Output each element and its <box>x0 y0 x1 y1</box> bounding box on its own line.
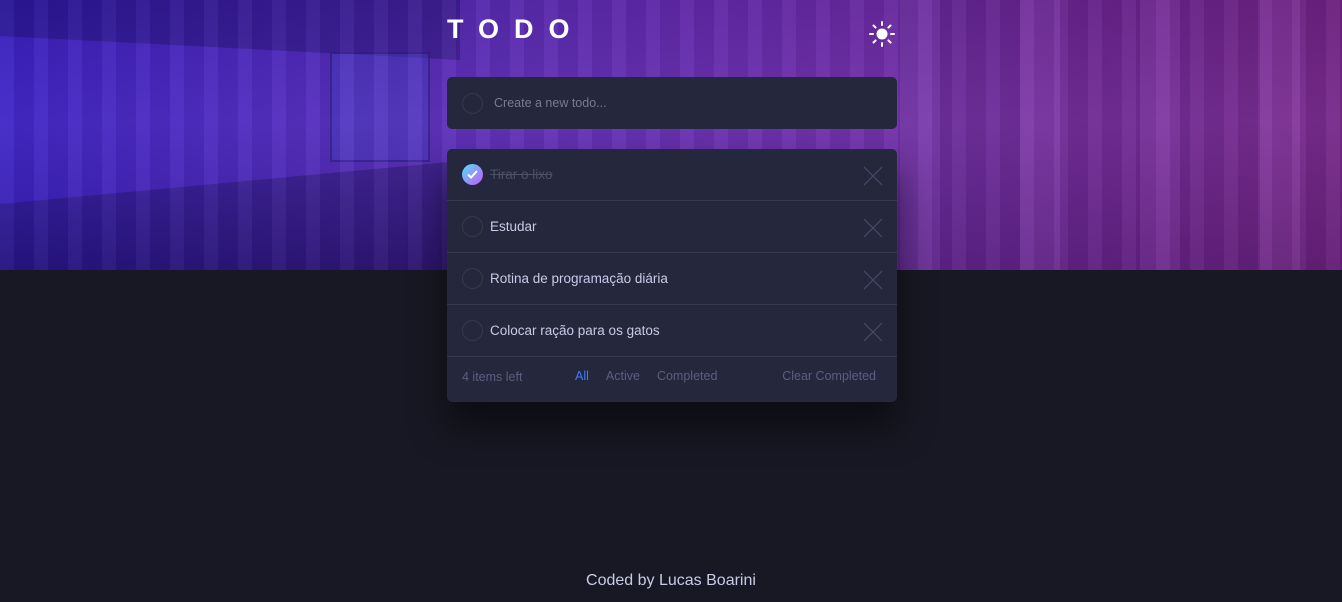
new-todo-input[interactable] <box>494 96 874 110</box>
new-todo-bar <box>447 77 897 129</box>
todo-text[interactable]: Rotina de programação diária <box>490 271 668 286</box>
close-icon <box>863 218 883 238</box>
check-icon <box>467 170 478 179</box>
theme-toggle-button[interactable] <box>868 20 896 48</box>
todo-text[interactable]: Tirar o lixo <box>490 167 553 182</box>
sun-icon <box>869 21 895 47</box>
filter-all[interactable]: All <box>575 369 589 383</box>
todo-text[interactable]: Estudar <box>490 219 537 234</box>
delete-todo-button[interactable] <box>863 218 883 238</box>
todo-checkbox[interactable] <box>462 216 483 237</box>
delete-todo-button[interactable] <box>863 270 883 290</box>
todo-checkbox[interactable] <box>462 320 483 341</box>
close-icon <box>863 166 883 186</box>
delete-todo-button[interactable] <box>863 322 883 342</box>
close-icon <box>863 322 883 342</box>
clear-completed-button[interactable]: Clear Completed <box>782 369 876 383</box>
todo-text[interactable]: Colocar ração para os gatos <box>490 323 660 338</box>
filter-completed[interactable]: Completed <box>657 369 717 383</box>
items-left-count: 4 items left <box>462 370 523 384</box>
todo-item: Tirar o lixo <box>447 149 897 201</box>
todo-list: Tirar o lixo Estudar Rotina de programaç… <box>447 149 897 402</box>
todo-checkbox-checked[interactable] <box>462 164 483 185</box>
delete-todo-button[interactable] <box>863 166 883 186</box>
todo-item: Rotina de programação diária <box>447 253 897 305</box>
credit-footer: Coded by Lucas Boarini <box>586 572 756 589</box>
close-icon <box>863 270 883 290</box>
app-title: TODO <box>447 14 585 44</box>
todo-item: Colocar ração para os gatos <box>447 305 897 357</box>
todo-list-footer: 4 items left All Active Completed Clear … <box>447 357 897 397</box>
new-todo-circle <box>462 92 483 114</box>
filter-active[interactable]: Active <box>606 369 640 383</box>
todo-checkbox[interactable] <box>462 268 483 289</box>
filter-tabs: All Active Completed <box>575 369 717 383</box>
todo-item: Estudar <box>447 201 897 253</box>
